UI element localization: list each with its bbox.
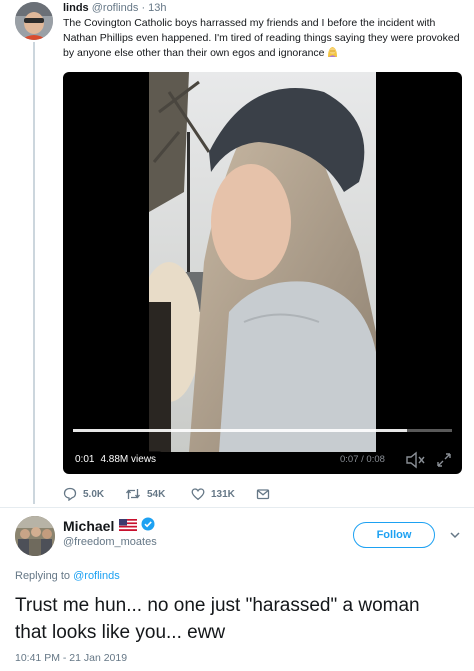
- video-time-badge: 0:01 4.88M views: [69, 451, 163, 469]
- parent-tweet-header: linds @roflinds · 13h: [63, 2, 463, 15]
- parent-tweet-text: The Covington Catholic boys harrassed my…: [63, 17, 460, 59]
- thread-line: [33, 42, 35, 504]
- video-progress-bar[interactable]: [73, 429, 452, 432]
- reply-button[interactable]: 5.0K: [63, 486, 104, 502]
- like-button[interactable]: 131K: [191, 486, 235, 502]
- tweet-divider: [0, 507, 474, 508]
- replying-to: Replying to @roflinds: [15, 570, 120, 582]
- reply-tweet-datetime[interactable]: 10:41 PM - 21 Jan 2019: [15, 652, 127, 664]
- video-frame: [149, 72, 376, 452]
- direct-message-button[interactable]: [256, 486, 276, 502]
- parent-tweet-text-block: The Covington Catholic boys harrassed my…: [63, 16, 463, 61]
- envelope-icon: [256, 489, 270, 500]
- reply-count: 5.0K: [83, 488, 105, 500]
- video-elapsed-time: 0:01: [75, 454, 95, 465]
- reply-author-handle[interactable]: @freedom_moates: [63, 536, 157, 548]
- heart-icon: [191, 488, 205, 501]
- reply-avatar[interactable]: [15, 516, 55, 556]
- like-count: 131K: [211, 488, 235, 500]
- parent-author-handle[interactable]: @roflinds: [92, 2, 139, 14]
- parent-tweet: linds @roflinds · 13h The Covington Cath…: [0, 0, 474, 507]
- retweet-button[interactable]: 54K: [125, 486, 165, 502]
- chevron-down-icon[interactable]: [449, 528, 461, 540]
- woman-facepalming-emoji-icon: [327, 46, 338, 57]
- fullscreen-icon[interactable]: [435, 451, 453, 469]
- parent-tweet-time[interactable]: 13h: [148, 2, 166, 14]
- speech-bubble-icon: [63, 487, 77, 501]
- video-player[interactable]: 0:01 4.88M views 0:07 / 0:08: [63, 72, 462, 474]
- parent-avatar[interactable]: [15, 2, 53, 40]
- retweet-icon: [125, 489, 141, 499]
- video-view-count: 4.88M views: [100, 454, 157, 465]
- video-progress-fill: [73, 429, 407, 432]
- parent-author-name[interactable]: linds: [63, 2, 89, 14]
- replying-to-handle-link[interactable]: @roflinds: [73, 570, 120, 582]
- video-duration: 0:07 / 0:08: [340, 454, 385, 465]
- reply-tweet-text: Trust me hun... no one just "harassed" a…: [15, 595, 420, 643]
- replying-to-label: Replying to: [15, 570, 71, 582]
- header-separator: ·: [141, 2, 146, 14]
- reply-author-name-row[interactable]: Michael: [63, 517, 155, 534]
- us-flag-icon: [119, 518, 138, 534]
- reply-author-name[interactable]: Michael: [63, 518, 114, 534]
- retweet-count: 54K: [147, 488, 166, 500]
- verified-badge-icon: [141, 517, 155, 534]
- mute-icon[interactable]: [405, 451, 427, 469]
- follow-button[interactable]: Follow: [353, 522, 435, 548]
